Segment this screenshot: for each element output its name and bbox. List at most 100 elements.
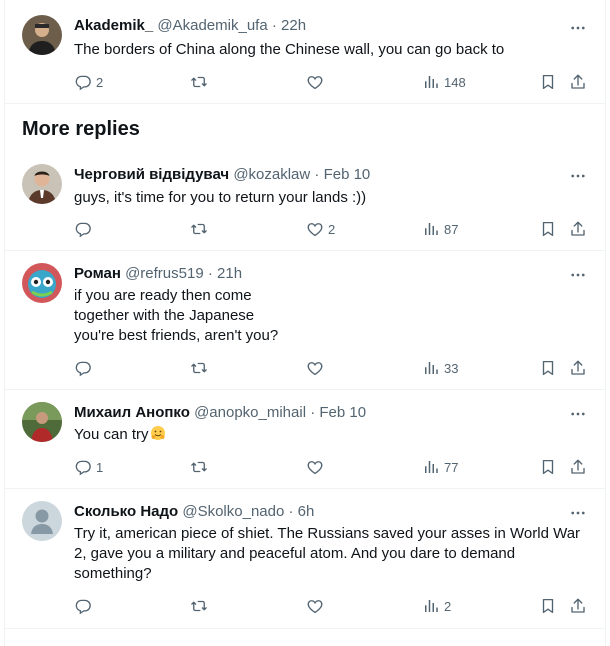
dot-separator: ·	[207, 265, 213, 282]
section-title: More replies	[22, 118, 140, 140]
author-handle[interactable]: @refrus519	[125, 265, 204, 282]
retweet-icon	[190, 73, 208, 91]
like-button[interactable]	[306, 358, 324, 378]
reply-button[interactable]: 2	[74, 72, 103, 92]
reply-button[interactable]: 1	[74, 457, 103, 477]
retweet-button[interactable]	[190, 457, 208, 477]
like-count: 2	[328, 221, 336, 237]
views-button[interactable]: 77	[422, 457, 458, 477]
bookmark-button[interactable]	[539, 596, 557, 616]
reply-icon	[74, 220, 92, 238]
dot-separator: ·	[310, 404, 316, 421]
reply-tweet[interactable]: Черговий відвідувач @kozaklaw · Feb 10 g…	[4, 153, 606, 251]
like-button[interactable]: 2	[306, 219, 335, 239]
tweet-text-line: The borders of China along the Chinese w…	[74, 41, 505, 58]
avatar[interactable]	[22, 263, 62, 303]
tweet-text-line: guys, it's time for you to return your l…	[74, 189, 367, 206]
reply-count: 2	[96, 74, 104, 90]
bookmark-button[interactable]	[539, 72, 557, 92]
author-name[interactable]: Михаил Анопко	[74, 404, 190, 421]
reply-tweet[interactable]: Сколько Надо @Skolko_nado · 6h Try it, a…	[4, 489, 606, 629]
views-icon	[422, 220, 440, 238]
more-icon[interactable]	[568, 166, 588, 186]
reply-tweet[interactable]: Akademik_ @Akademik_ufa · 22h The border…	[4, 0, 606, 104]
reply-icon	[74, 73, 92, 91]
action-bar: 2	[74, 596, 594, 616]
views-icon	[422, 458, 440, 476]
retweet-button[interactable]	[190, 219, 208, 239]
author-name[interactable]: Akademik_	[74, 17, 153, 34]
bookmark-button[interactable]	[539, 457, 557, 477]
author-name[interactable]: Сколько Надо	[74, 503, 178, 520]
views-button[interactable]: 33	[422, 358, 458, 378]
tweet-text: You can try	[74, 425, 589, 445]
bookmark-button[interactable]	[539, 219, 557, 239]
share-button[interactable]	[569, 72, 587, 92]
reply-tweet[interactable]: Михаил Анопко @anopko_mihail · Feb 10 Yo…	[4, 390, 606, 489]
share-button[interactable]	[569, 358, 587, 378]
timestamp[interactable]: 6h	[298, 503, 315, 520]
reply-tweet[interactable]: Роман @refrus519 · 21h if you are ready …	[4, 251, 606, 390]
avatar[interactable]	[22, 164, 62, 204]
retweet-button[interactable]	[190, 72, 208, 92]
reply-count: 1	[96, 459, 104, 475]
timestamp[interactable]: 21h	[217, 265, 242, 282]
share-button[interactable]	[569, 457, 587, 477]
retweet-button[interactable]	[190, 358, 208, 378]
more-icon[interactable]	[568, 265, 588, 285]
avatar[interactable]	[22, 402, 62, 442]
reply-button[interactable]	[74, 358, 92, 378]
tweet-text-content: Try it, american piece of shiet. The Rus…	[74, 525, 581, 582]
views-icon	[422, 359, 440, 377]
hugging-emoji	[150, 426, 165, 440]
like-button[interactable]	[306, 457, 324, 477]
more-icon[interactable]	[568, 503, 588, 523]
share-icon	[569, 220, 587, 238]
author-name[interactable]: Черговий відвідувач	[74, 166, 229, 183]
bookmark-icon	[539, 359, 557, 377]
retweet-icon	[190, 597, 208, 615]
author-handle[interactable]: @Akademik_ufa	[157, 17, 267, 34]
bookmark-icon	[539, 458, 557, 476]
tweet-text: Try it, american piece of shiet. The Rus…	[74, 524, 589, 584]
timestamp[interactable]: 22h	[281, 17, 306, 34]
author-handle[interactable]: @anopko_mihail	[194, 404, 306, 421]
share-button[interactable]	[569, 596, 587, 616]
like-button[interactable]	[306, 596, 324, 616]
retweet-icon	[190, 359, 208, 377]
bookmark-button[interactable]	[539, 358, 557, 378]
bookmark-icon	[539, 220, 557, 238]
tweet-text-line: together with the Japanese	[74, 307, 255, 324]
more-icon[interactable]	[568, 18, 588, 38]
dot-separator: ·	[288, 503, 294, 520]
reply-button[interactable]	[74, 219, 92, 239]
retweet-button[interactable]	[190, 596, 208, 616]
reply-icon	[74, 359, 92, 377]
reply-button[interactable]	[74, 596, 92, 616]
views-button[interactable]: 87	[422, 219, 458, 239]
author-handle[interactable]: @kozaklaw	[233, 166, 310, 183]
reply-icon	[74, 458, 92, 476]
tweet-text: guys, it's time for you to return your l…	[74, 188, 589, 208]
tweet-text-line: You can try	[74, 425, 589, 445]
views-count: 33	[444, 360, 459, 376]
avatar[interactable]	[22, 15, 62, 55]
views-button[interactable]: 2	[422, 596, 451, 616]
more-icon[interactable]	[568, 404, 588, 424]
action-bar: 2 148	[74, 72, 594, 92]
author-name[interactable]: Роман	[74, 265, 121, 282]
views-button[interactable]: 148	[422, 72, 466, 92]
views-count: 77	[444, 459, 459, 475]
share-icon	[569, 597, 587, 615]
timestamp[interactable]: Feb 10	[324, 166, 371, 183]
timestamp[interactable]: Feb 10	[319, 404, 366, 421]
like-icon	[306, 359, 324, 377]
dot-separator: ·	[314, 166, 320, 183]
like-button[interactable]	[306, 72, 324, 92]
like-icon	[306, 220, 324, 238]
author-handle[interactable]: @Skolko_nado	[182, 503, 284, 520]
views-count: 148	[444, 74, 466, 90]
tweet-text: The borders of China along the Chinese w…	[74, 40, 589, 60]
share-button[interactable]	[569, 219, 587, 239]
avatar[interactable]	[22, 501, 62, 541]
